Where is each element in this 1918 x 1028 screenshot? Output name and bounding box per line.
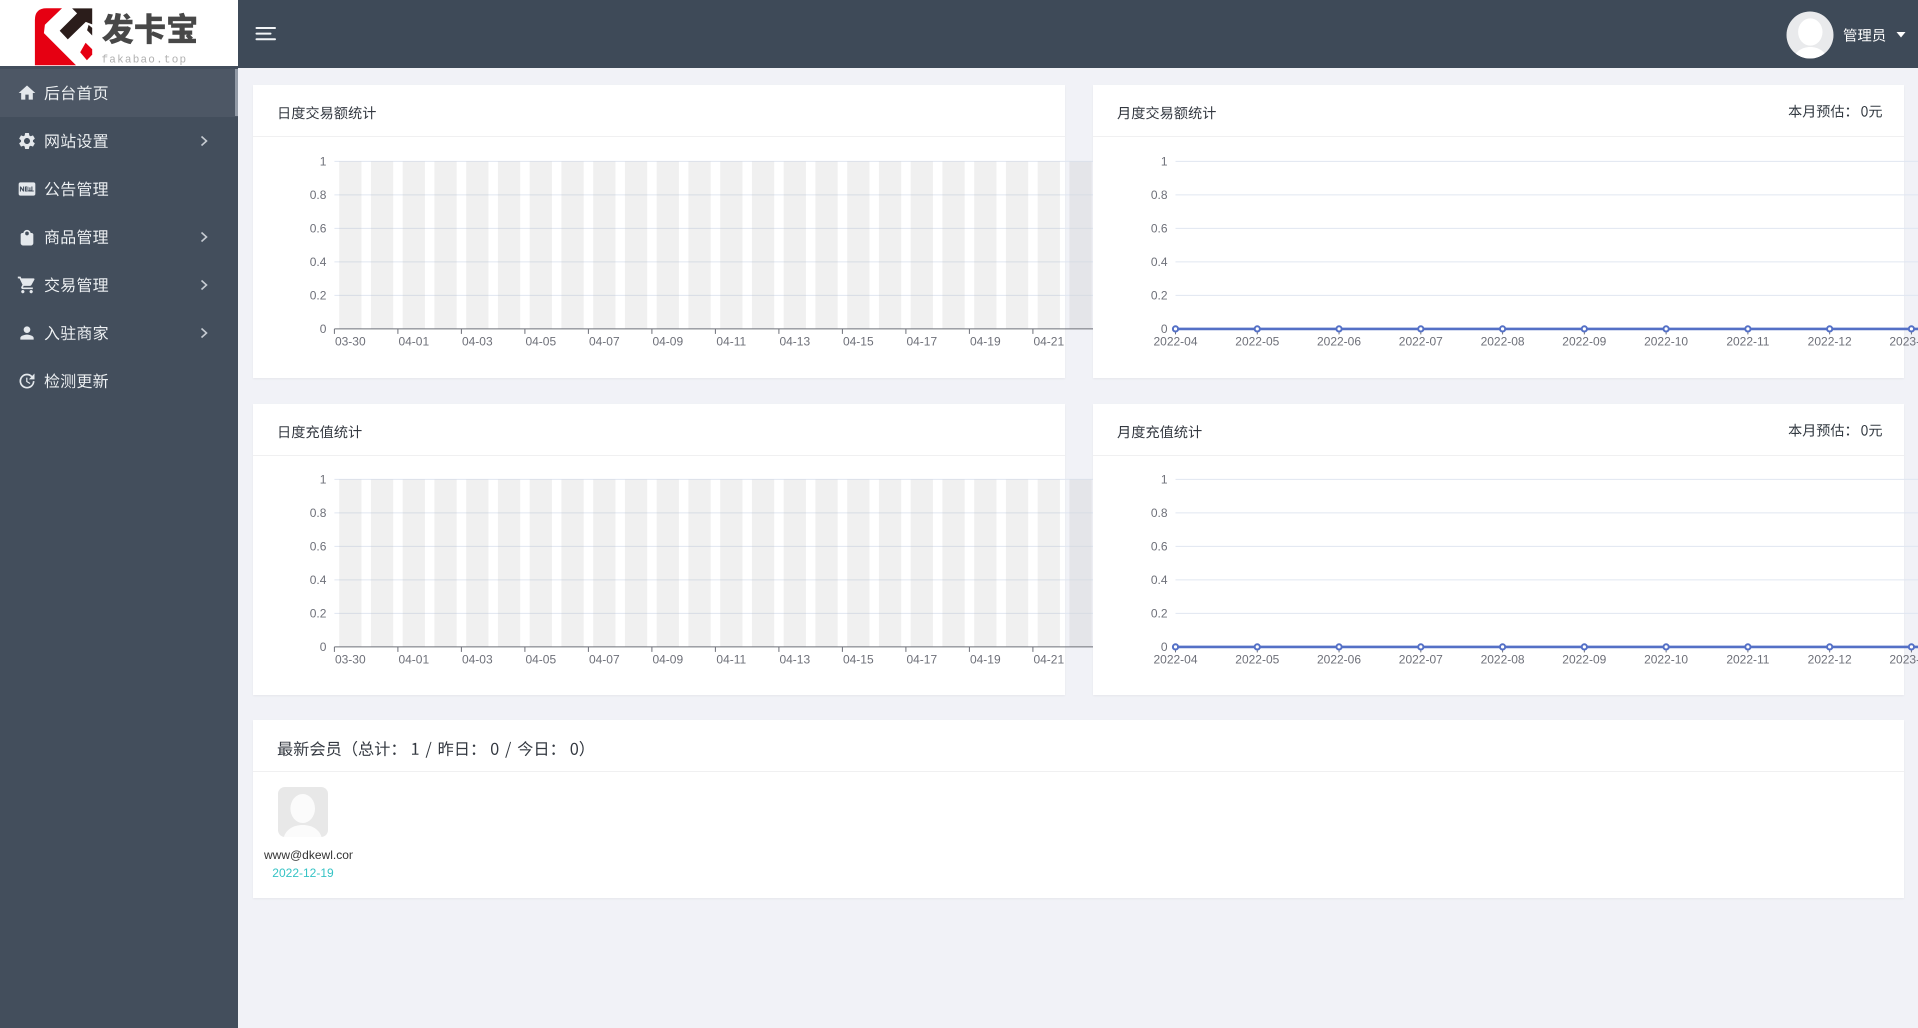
svg-text:04-01: 04-01 [398,653,429,667]
svg-text:04-17: 04-17 [906,653,937,667]
svg-text:0: 0 [1161,640,1168,654]
svg-text:03-30: 03-30 [335,653,366,667]
svg-text:2023-01: 2023-01 [1889,335,1918,349]
svg-text:2022-08: 2022-08 [1481,335,1525,349]
svg-text:0.8: 0.8 [1151,506,1168,520]
svg-text:03-30: 03-30 [335,335,366,349]
svg-text:2022-10: 2022-10 [1644,653,1688,667]
svg-text:2022-09: 2022-09 [1562,653,1606,667]
svg-text:04-07: 04-07 [589,335,620,349]
svg-text:fakabao.top: fakabao.top [102,55,188,67]
svg-text:04-17: 04-17 [906,335,937,349]
svg-text:2022-11: 2022-11 [1726,653,1769,667]
svg-text:0.6: 0.6 [1151,540,1168,554]
svg-text:0.6: 0.6 [310,222,327,236]
svg-text:04-19: 04-19 [970,335,1001,349]
svg-text:2022-08: 2022-08 [1481,653,1525,667]
svg-text:0: 0 [320,640,327,654]
svg-text:04-09: 04-09 [652,335,683,349]
svg-text:04-13: 04-13 [779,335,810,349]
svg-text:04-19: 04-19 [970,653,1001,667]
svg-text:04-03: 04-03 [462,653,493,667]
svg-text:2022-05: 2022-05 [1235,335,1279,349]
svg-text:2022-06: 2022-06 [1317,653,1361,667]
svg-text:1: 1 [320,473,327,487]
svg-text:2022-11: 2022-11 [1726,335,1769,349]
svg-text:04-07: 04-07 [589,653,620,667]
svg-text:04-11: 04-11 [716,653,746,667]
svg-text:2022-10: 2022-10 [1644,335,1688,349]
svg-text:2022-04: 2022-04 [1153,653,1197,667]
svg-text:04-09: 04-09 [652,653,683,667]
svg-text:0.8: 0.8 [310,506,327,520]
svg-text:0.4: 0.4 [1151,573,1168,587]
svg-text:04-01: 04-01 [398,335,429,349]
svg-text:2022-07: 2022-07 [1399,653,1443,667]
svg-text:2022-12: 2022-12 [1808,653,1852,667]
svg-text:2022-12: 2022-12 [1808,335,1852,349]
svg-text:1: 1 [1161,155,1168,169]
svg-text:0.4: 0.4 [1151,255,1168,269]
svg-text:2022-09: 2022-09 [1562,335,1606,349]
svg-text:2022-06: 2022-06 [1317,335,1361,349]
svg-text:04-05: 04-05 [525,335,556,349]
svg-text:0.2: 0.2 [310,289,327,303]
svg-text:0.2: 0.2 [1151,289,1168,303]
svg-text:2023-01: 2023-01 [1889,653,1918,667]
svg-text:04-21: 04-21 [1033,335,1064,349]
svg-text:0.4: 0.4 [310,255,327,269]
svg-text:0.2: 0.2 [310,607,327,621]
svg-text:2022-04: 2022-04 [1153,335,1197,349]
svg-text:04-13: 04-13 [779,653,810,667]
svg-text:04-21: 04-21 [1033,653,1064,667]
svg-text:04-11: 04-11 [716,335,746,349]
svg-text:0: 0 [320,322,327,336]
svg-text:0.8: 0.8 [1151,188,1168,202]
svg-text:04-15: 04-15 [843,653,874,667]
svg-text:0.4: 0.4 [310,573,327,587]
svg-text:04-03: 04-03 [462,335,493,349]
svg-text:0: 0 [1161,322,1168,336]
svg-text:1: 1 [320,155,327,169]
svg-text:0.8: 0.8 [310,188,327,202]
svg-text:2022-05: 2022-05 [1235,653,1279,667]
svg-text:0.6: 0.6 [1151,222,1168,236]
svg-text:0.2: 0.2 [1151,607,1168,621]
svg-text:1: 1 [1161,473,1168,487]
svg-text:04-05: 04-05 [525,653,556,667]
svg-text:0.6: 0.6 [310,540,327,554]
svg-text:04-15: 04-15 [843,335,874,349]
svg-text:2022-07: 2022-07 [1399,335,1443,349]
